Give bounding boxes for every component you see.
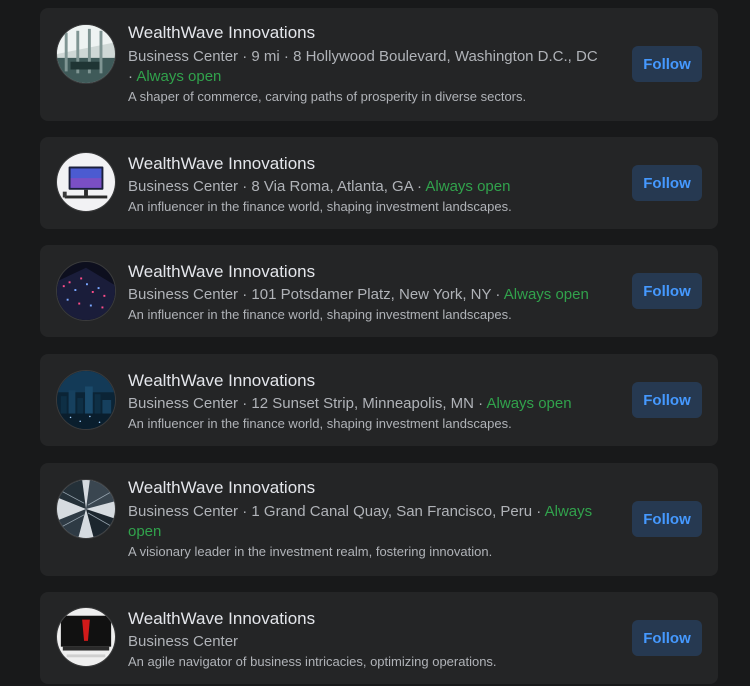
result-card[interactable]: WealthWave Innovations Business Center ·… <box>40 354 718 446</box>
separator: · <box>238 178 252 195</box>
business-name[interactable]: WealthWave Innovations <box>128 608 606 630</box>
category: Business Center <box>128 178 239 195</box>
address: 8 Hollywood Boulevard, Washington D.C., … <box>293 48 598 65</box>
separator: · <box>474 395 487 412</box>
business-name[interactable]: WealthWave Innovations <box>128 370 606 392</box>
business-meta: Business Center · 8 Via Roma, Atlanta, G… <box>128 177 606 197</box>
business-description: A visionary leader in the investment rea… <box>128 544 493 559</box>
separator: · <box>238 503 252 520</box>
hours-status: Always open <box>486 395 572 412</box>
search-results-list: WealthWave Innovations Business Center ·… <box>0 0 750 686</box>
avatar[interactable] <box>56 479 116 539</box>
separator: · <box>279 48 294 65</box>
night-building-photo-icon <box>57 262 115 320</box>
category: Business Center <box>128 286 239 303</box>
business-description: An agile navigator of business intricaci… <box>128 654 497 669</box>
separator: · <box>238 286 252 303</box>
business-name[interactable]: WealthWave Innovations <box>128 22 606 44</box>
avatar[interactable] <box>56 370 116 430</box>
hours-status: Always open <box>136 68 222 85</box>
business-name[interactable]: WealthWave Innovations <box>128 153 606 175</box>
result-card[interactable]: WealthWave Innovations Business Center ·… <box>40 8 718 121</box>
separator: · <box>238 48 252 65</box>
follow-button[interactable]: Follow <box>632 501 702 537</box>
follow-button[interactable]: Follow <box>632 620 702 656</box>
follow-button[interactable]: Follow <box>632 382 702 418</box>
monitor-desk-photo-icon <box>57 153 115 211</box>
city-skyline-photo-icon <box>57 371 115 429</box>
address: 12 Sunset Strip, Minneapolis, MN <box>251 395 475 412</box>
business-meta: Business Center · 101 Potsdamer Platz, N… <box>128 285 606 305</box>
avatar[interactable] <box>56 24 116 84</box>
follow-button[interactable]: Follow <box>632 273 702 309</box>
hours-status: Always open <box>503 286 589 303</box>
address: 101 Potsdamer Platz, New York, NY <box>251 286 492 303</box>
business-meta: Business Center <box>128 632 606 652</box>
address: 1 Grand Canal Quay, San Francisco, Peru <box>251 503 533 520</box>
business-meta: Business Center · 12 Sunset Strip, Minne… <box>128 394 606 414</box>
business-description: An influencer in the finance world, shap… <box>128 416 512 431</box>
category: Business Center <box>128 395 239 412</box>
business-name[interactable]: WealthWave Innovations <box>128 477 606 499</box>
business-description: A shaper of commerce, carving paths of p… <box>128 89 527 104</box>
office-interior-photo-icon <box>57 25 115 83</box>
result-card[interactable]: WealthWave Innovations Business Center ·… <box>40 137 718 229</box>
skyscraper-lookup-photo-icon <box>57 480 115 538</box>
result-card[interactable]: WealthWave Innovations Business Center A… <box>40 592 718 684</box>
business-name[interactable]: WealthWave Innovations <box>128 261 606 283</box>
result-card[interactable]: WealthWave Innovations Business Center ·… <box>40 245 718 337</box>
follow-button[interactable]: Follow <box>632 165 702 201</box>
separator: · <box>412 178 426 195</box>
address: 8 Via Roma, Atlanta, GA <box>251 178 413 195</box>
separator: · <box>491 286 504 303</box>
category: Business Center <box>128 503 239 520</box>
business-description: An influencer in the finance world, shap… <box>128 307 512 322</box>
separator: · <box>238 395 252 412</box>
avatar[interactable] <box>56 607 116 667</box>
hours-status: Always open <box>425 178 511 195</box>
follow-button[interactable]: Follow <box>632 46 702 82</box>
category: Business Center <box>128 633 239 650</box>
business-meta: Business Center · 9 mi · 8 Hollywood Bou… <box>128 47 606 87</box>
business-description: An influencer in the finance world, shap… <box>128 199 512 214</box>
business-meta: Business Center · 1 Grand Canal Quay, Sa… <box>128 502 606 542</box>
result-card[interactable]: WealthWave Innovations Business Center ·… <box>40 463 718 576</box>
avatar[interactable] <box>56 261 116 321</box>
separator: · <box>532 503 545 520</box>
distance: 9 mi <box>251 48 280 65</box>
avatar[interactable] <box>56 152 116 212</box>
red-monitor-photo-icon <box>57 608 115 666</box>
category: Business Center <box>128 48 239 65</box>
